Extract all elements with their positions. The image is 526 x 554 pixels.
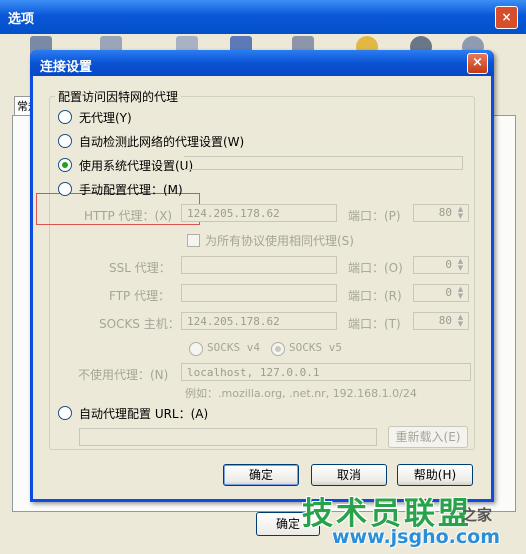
auto-url-label[interactable]: 自动代理配置 URL：(A) <box>79 405 208 422</box>
cancel-button[interactable]: 取消 <box>311 464 387 486</box>
ssl-port-label: 端口：(O) <box>348 261 403 275</box>
options-titlebar: 选项 × <box>0 0 526 34</box>
socks-v5-radio[interactable] <box>271 342 285 356</box>
system-proxy-radio[interactable] <box>58 158 72 172</box>
options-close-button[interactable]: × <box>495 6 518 29</box>
no-proxy-example: 例如：.mozilla.org, .net.nr, 192.168.1.0/24 <box>185 387 417 400</box>
socks-port-label: 端口：(T) <box>348 317 401 331</box>
focus-outline <box>184 156 463 170</box>
ftp-port-label: 端口：(R) <box>348 289 402 303</box>
dialog-title: 连接设置 <box>40 60 93 75</box>
manual-proxy-radio[interactable] <box>58 182 72 196</box>
ssl-port-value: 0 <box>445 258 452 271</box>
help-button[interactable]: 帮助(H) <box>397 464 473 486</box>
spinner-arrows-icon[interactable]: ▲ ▼ <box>454 258 467 272</box>
socks-v4-label: SOCKS v4 <box>207 341 260 354</box>
site-watermark: 技术员联盟 之家 www.jsgho.com <box>296 488 526 554</box>
ssl-port-spinner[interactable]: 0 ▲ ▼ <box>413 256 469 274</box>
socks-port-spinner[interactable]: 80 ▲ ▼ <box>413 312 469 330</box>
ssl-proxy-label: SSL 代理： <box>109 261 171 275</box>
spinner-arrows-icon[interactable]: ▲ ▼ <box>454 206 467 220</box>
spinner-arrows-icon[interactable]: ▲ ▼ <box>454 286 467 300</box>
system-proxy-label[interactable]: 使用系统代理设置(U) <box>79 157 193 174</box>
no-proxy-radio[interactable] <box>58 110 72 124</box>
socks-host-input[interactable]: 124.205.178.62 <box>181 312 337 330</box>
ftp-port-value: 0 <box>445 286 452 299</box>
socks-port-value: 80 <box>438 314 452 327</box>
dialog-titlebar: 连接设置 × <box>30 50 494 76</box>
same-proxy-checkbox[interactable] <box>187 234 200 247</box>
http-proxy-input[interactable]: 124.205.178.62 <box>181 204 337 222</box>
proxy-group-title: 配置访问因特网的代理 <box>55 88 182 105</box>
auto-detect-label[interactable]: 自动检测此网络的代理设置(W) <box>79 133 244 150</box>
auto-url-radio[interactable] <box>58 406 72 420</box>
options-title: 选项 <box>8 12 35 27</box>
no-proxy-for-label: 不使用代理：(N) <box>78 368 169 382</box>
http-port-spinner[interactable]: 80 ▲ ▼ <box>413 204 469 222</box>
socks-v4-radio[interactable] <box>189 342 203 356</box>
http-proxy-label: HTTP 代理：(X) <box>84 209 173 223</box>
watermark-side-text: 之家 <box>462 506 493 524</box>
http-port-value: 80 <box>438 206 452 219</box>
dialog-body: 配置访问因特网的代理 无代理(Y) 自动检测此网络的代理设置(W) 使用系统代理… <box>33 76 491 499</box>
same-proxy-label: 为所有协议使用相同代理(S) <box>205 234 354 248</box>
http-port-label: 端口：(P) <box>348 209 401 223</box>
spinner-arrows-icon[interactable]: ▲ ▼ <box>454 314 467 328</box>
manual-proxy-label[interactable]: 手动配置代理：(M) <box>79 181 183 198</box>
ftp-proxy-input[interactable] <box>181 284 337 302</box>
ok-button[interactable]: 确定 <box>223 464 299 486</box>
reload-button[interactable]: 重新载入(E) <box>388 426 468 448</box>
auto-url-input[interactable] <box>79 428 377 446</box>
socks-host-label: SOCKS 主机： <box>99 317 180 331</box>
no-proxy-label[interactable]: 无代理(Y) <box>79 109 132 126</box>
ftp-port-spinner[interactable]: 0 ▲ ▼ <box>413 284 469 302</box>
dialog-close-button[interactable]: × <box>467 53 488 74</box>
auto-detect-radio[interactable] <box>58 134 72 148</box>
no-proxy-for-input[interactable]: localhost, 127.0.0.1 <box>181 363 471 381</box>
ftp-proxy-label: FTP 代理： <box>109 289 171 303</box>
socks-v5-label: SOCKS v5 <box>289 341 342 354</box>
ssl-proxy-input[interactable] <box>181 256 337 274</box>
connection-settings-dialog: 连接设置 × 配置访问因特网的代理 无代理(Y) 自动检测此网络的代理设置(W)… <box>30 50 494 502</box>
watermark-url: www.jsgho.com <box>332 526 500 548</box>
